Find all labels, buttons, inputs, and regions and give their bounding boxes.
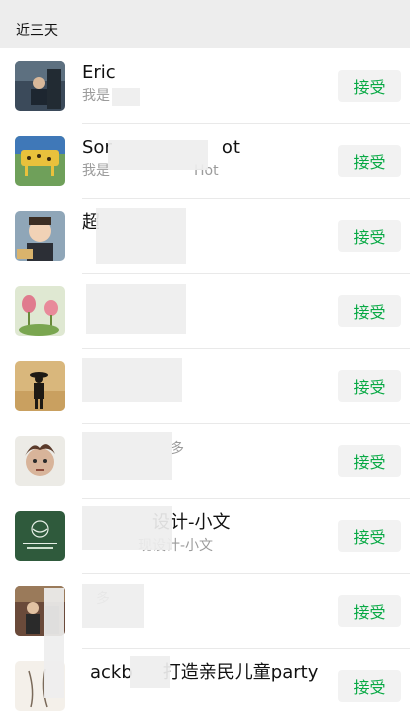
friend-request-row[interactable]: Eric 我是 接受	[0, 48, 410, 123]
friend-request-row[interactable]: 多 接受	[0, 423, 410, 498]
section-title: 近三天	[16, 23, 58, 39]
accept-button[interactable]: 接受	[338, 220, 401, 252]
avatar	[15, 136, 65, 186]
friend-request-list: Eric 我是 接受 Sor ot 我是 Hot 接受 超 接受 接受 接受 多…	[0, 48, 410, 723]
friend-request-row[interactable]: 接受	[0, 273, 410, 348]
accept-button[interactable]: 接受	[338, 370, 401, 402]
requester-name: ackb	[90, 662, 133, 683]
avatar	[15, 211, 65, 261]
friend-request-row[interactable]: 多 接受	[0, 573, 410, 648]
avatar	[15, 436, 65, 486]
accept-button[interactable]: 接受	[338, 670, 401, 702]
avatar	[15, 586, 65, 636]
friend-request-row[interactable]: 超 接受	[0, 198, 410, 273]
accept-button[interactable]: 接受	[338, 520, 401, 552]
friend-request-row[interactable]: 接受	[0, 348, 410, 423]
accept-button[interactable]: 接受	[338, 70, 401, 102]
request-message: 多	[96, 591, 110, 607]
request-message: 现设计-小文	[138, 538, 214, 554]
avatar	[15, 61, 65, 111]
request-message-tail: Hot	[194, 163, 219, 179]
requester-name-tail: ot	[221, 137, 240, 158]
requester-name: 设计-小文	[152, 512, 231, 533]
accept-button[interactable]: 接受	[338, 445, 401, 477]
avatar	[15, 661, 65, 711]
avatar	[15, 511, 65, 561]
requester-name-tail: 打造亲民儿童party	[162, 662, 319, 683]
avatar	[15, 361, 65, 411]
accept-button[interactable]: 接受	[338, 295, 401, 327]
friend-request-row[interactable]: 设计-小文 现设计-小文 接受	[0, 498, 410, 573]
requester-name: 超	[82, 212, 100, 233]
request-message: 我是	[82, 88, 110, 104]
top-strip	[0, 0, 410, 12]
requester-name: Sor	[82, 137, 112, 158]
avatar	[15, 286, 65, 336]
request-message: 多	[170, 441, 184, 457]
friend-request-row[interactable]: Sor ot 我是 Hot 接受	[0, 123, 410, 198]
section-header: 近三天	[0, 12, 410, 48]
request-message: 我是	[82, 163, 110, 179]
accept-button[interactable]: 接受	[338, 145, 401, 177]
accept-button[interactable]: 接受	[338, 595, 401, 627]
requester-name: Eric	[82, 62, 116, 83]
